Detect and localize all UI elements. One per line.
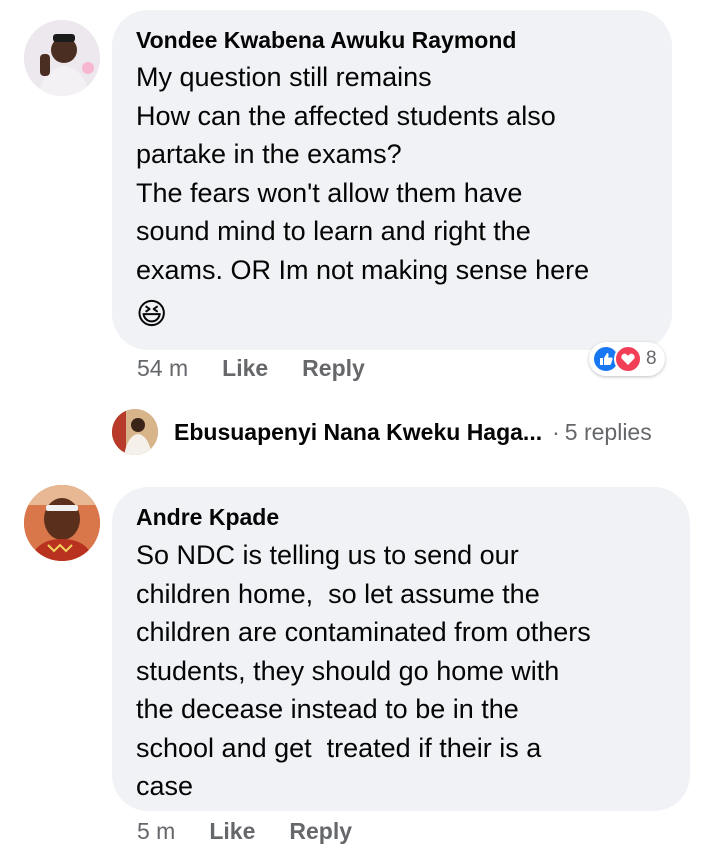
comment-text-line: exams. OR Im not making sense here — [136, 254, 590, 285]
comment-text-line: students, they should go home with — [136, 655, 560, 686]
reply-separator: · — [552, 418, 560, 445]
comment-text-line: children are contaminated from others — [136, 617, 591, 647]
like-button[interactable]: Like — [222, 355, 268, 382]
comment-actions: 5 m Like Reply — [137, 818, 352, 845]
reaction-summary[interactable]: 8 — [589, 342, 665, 376]
comment-timestamp[interactable]: 54 m — [137, 355, 188, 382]
comment-text-line: children home, so let assume the — [136, 578, 540, 609]
reply-author[interactable]: Ebusuapenyi Nana Kweku Haga... — [174, 419, 542, 446]
view-replies-link[interactable]: Ebusuapenyi Nana Kweku Haga... · 5 repli… — [174, 417, 652, 447]
reaction-count: 8 — [646, 348, 657, 369]
comment-text-line: case — [136, 771, 194, 801]
comment-bubble: Andre Kpade So NDC is telling us to send… — [112, 487, 690, 811]
comment-text-line: How can the affected students also — [136, 100, 556, 131]
comment-text-line: The fears won't allow them have — [136, 177, 523, 208]
comment-text-line: the decease instead to be in the — [136, 694, 519, 724]
comment-author[interactable]: Vondee Kwabena Awuku Raymond — [136, 26, 648, 54]
comment-bubble: Vondee Kwabena Awuku Raymond My question… — [112, 10, 672, 350]
love-reaction-icon — [614, 345, 642, 373]
comment-author[interactable]: Andre Kpade — [136, 503, 666, 531]
reply-button[interactable]: Reply — [302, 355, 365, 382]
comment-text-line: school and get treated if their is a — [136, 732, 542, 763]
avatar[interactable] — [24, 20, 100, 96]
comment-timestamp[interactable]: 5 m — [137, 818, 175, 845]
comment-text-line: So NDC is telling us to send our — [136, 540, 519, 570]
reply-count[interactable]: 5 replies — [565, 419, 652, 446]
comment-text-line: partake in the exams? — [136, 139, 402, 169]
like-button[interactable]: Like — [209, 818, 255, 845]
reply-button[interactable]: Reply — [289, 818, 352, 845]
laughing-emoji-icon: 😆 — [136, 298, 168, 331]
avatar[interactable] — [24, 485, 100, 561]
comment-actions: 54 m Like Reply — [137, 355, 365, 382]
reply-avatar[interactable] — [112, 409, 158, 455]
comment-text-line: sound mind to learn and right the — [136, 216, 531, 246]
comment-text-line: My question still remains — [136, 62, 432, 92]
